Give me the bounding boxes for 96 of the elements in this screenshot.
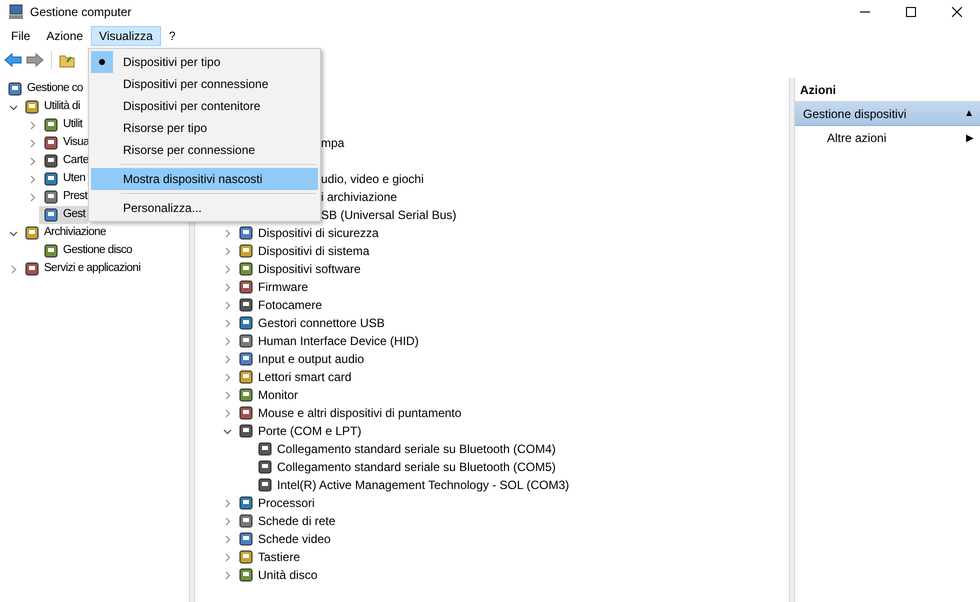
device-item[interactable]: Intel(R) Active Management Technology - SOL (COM3): [277, 476, 570, 494]
menu-item[interactable]: ?: [160, 26, 184, 46]
expand-chevron-icon[interactable]: [223, 498, 232, 508]
expand-chevron-icon[interactable]: [223, 246, 232, 256]
menu-item[interactable]: File: [3, 26, 38, 46]
action-link[interactable]: Altre azioni ▶: [795, 126, 980, 150]
device-category[interactable]: Monitor: [258, 386, 298, 404]
menu-option[interactable]: Risorse per tipo: [91, 117, 318, 139]
device-icon: [238, 315, 254, 331]
device-category[interactable]: Lettori smart card: [258, 368, 352, 386]
device-icon: [238, 513, 254, 529]
section-header[interactable]: Gestione dispositivi ▲: [795, 102, 980, 126]
forward-arrow-icon[interactable]: [26, 52, 44, 68]
expand-chevron-icon[interactable]: [223, 282, 232, 292]
expand-chevron-icon[interactable]: [223, 354, 232, 364]
expand-chevron-icon[interactable]: [9, 264, 18, 274]
tree-item[interactable]: Uten: [39, 170, 88, 188]
back-arrow-icon[interactable]: [4, 52, 22, 68]
expand-chevron-icon[interactable]: [223, 228, 232, 238]
device-category[interactable]: Tastiere: [258, 548, 300, 566]
device-category[interactable]: i archiviazione: [321, 188, 398, 206]
menu-option[interactable]: Personalizza...: [91, 197, 318, 219]
device-icon: [238, 243, 254, 259]
expand-chevron-icon[interactable]: [223, 408, 232, 418]
device-icon: [238, 369, 254, 385]
device-item[interactable]: Collegamento standard seriale su Bluetooth (COM4): [277, 440, 556, 458]
collapse-chevron-icon[interactable]: [9, 102, 18, 112]
menu-option[interactable]: Risorse per connessione: [91, 139, 318, 161]
maximize-icon: [906, 7, 916, 17]
expand-chevron-icon[interactable]: [223, 552, 232, 562]
tree-item[interactable]: Servizi e applicazioni: [20, 260, 144, 278]
radio-dot-icon: [99, 59, 105, 65]
device-category[interactable]: Mouse e altri dispositivi di puntamento: [258, 404, 462, 422]
expand-chevron-icon[interactable]: [28, 156, 37, 166]
device-category[interactable]: SB (Universal Serial Bus): [321, 206, 456, 224]
device-icon: [238, 405, 254, 421]
device-category[interactable]: Unità disco: [258, 566, 318, 584]
collapse-chevron-icon[interactable]: [9, 228, 18, 238]
tree-item[interactable]: Archiviazione: [20, 224, 109, 242]
expand-chevron-icon[interactable]: [28, 138, 37, 148]
device-icon: [238, 261, 254, 277]
menu-option[interactable]: Dispositivi per tipo: [91, 51, 318, 73]
device-category[interactable]: udio, video e giochi: [321, 170, 424, 188]
device-category[interactable]: mpa: [321, 134, 344, 152]
device-icon: [238, 549, 254, 565]
menu-option[interactable]: Dispositivi per connessione: [91, 73, 318, 95]
expand-chevron-icon[interactable]: [28, 192, 37, 202]
device-icon: [238, 387, 254, 403]
computer-icon: [8, 4, 24, 20]
device-icon: [238, 297, 254, 313]
device-category[interactable]: Input e output audio: [258, 350, 364, 368]
device-category[interactable]: Dispositivi software: [258, 260, 361, 278]
expand-chevron-icon[interactable]: [28, 174, 37, 184]
device-item[interactable]: Collegamento standard seriale su Bluetooth (COM5): [277, 458, 556, 476]
device-icon: [238, 225, 254, 241]
tree-item[interactable]: Gest: [39, 206, 88, 224]
device-category[interactable]: Schede video: [258, 530, 331, 548]
tree-item[interactable]: Carte: [39, 152, 92, 170]
device-category[interactable]: Processori: [258, 494, 315, 512]
tree-item[interactable]: Prest: [39, 188, 90, 206]
device-icon: [238, 531, 254, 547]
close-icon: [952, 7, 962, 17]
expand-chevron-icon[interactable]: [223, 300, 232, 310]
expand-chevron-icon[interactable]: [223, 264, 232, 274]
tree-item[interactable]: Gestione disco: [39, 242, 136, 260]
device-category[interactable]: Dispositivi di sicurezza: [258, 224, 379, 242]
device-icon: [238, 423, 254, 439]
expand-chevron-icon[interactable]: [28, 120, 37, 130]
expand-chevron-icon[interactable]: [223, 390, 232, 400]
tree-item[interactable]: Utilità di: [20, 98, 83, 116]
menu-item[interactable]: Azione: [38, 26, 92, 46]
device-category[interactable]: Fotocamere: [258, 296, 322, 314]
device-category[interactable]: Porte (COM e LPT): [258, 422, 362, 440]
device-category[interactable]: Human Interface Device (HID): [258, 332, 419, 350]
expand-chevron-icon[interactable]: [223, 516, 232, 526]
expand-chevron-icon[interactable]: [223, 534, 232, 544]
device-icon: [238, 567, 254, 583]
window-title: Gestione computer: [30, 4, 132, 21]
device-category[interactable]: Gestori connettore USB: [258, 314, 385, 332]
tree-item[interactable]: Gestione co: [3, 80, 86, 98]
expand-chevron-icon[interactable]: [223, 336, 232, 346]
expand-chevron-icon[interactable]: [223, 372, 232, 382]
device-category[interactable]: Firmware: [258, 278, 308, 296]
device-icon: [238, 351, 254, 367]
tree-item[interactable]: Utilit: [39, 116, 86, 134]
menu-option[interactable]: Mostra dispositivi nascosti: [91, 168, 318, 190]
device-icon: [238, 279, 254, 295]
device-category[interactable]: Dispositivi di sistema: [258, 242, 370, 260]
expand-chevron-icon[interactable]: [223, 318, 232, 328]
device-icon: [238, 333, 254, 349]
device-category[interactable]: Schede di rete: [258, 512, 336, 530]
collapse-chevron-icon[interactable]: [223, 426, 232, 436]
menu-item[interactable]: Visualizza: [91, 26, 161, 46]
menu-option[interactable]: Dispositivi per contenitore: [91, 95, 318, 117]
device-icon: [238, 495, 254, 511]
expand-chevron-icon[interactable]: [223, 570, 232, 580]
